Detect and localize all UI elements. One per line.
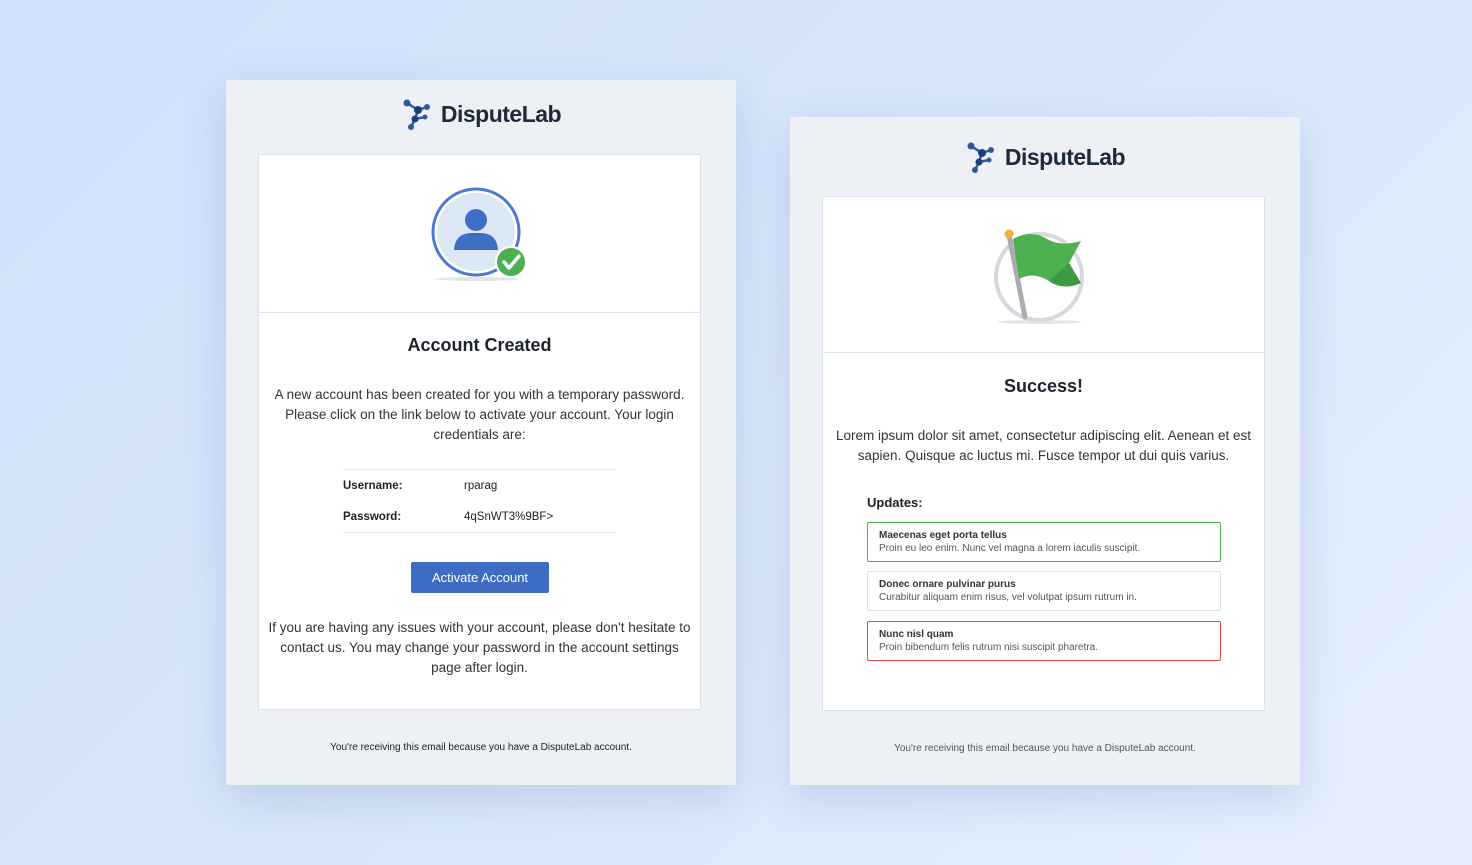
hero-section: [823, 197, 1264, 353]
email-card: Success! Lorem ipsum dolor sit amet, con…: [822, 196, 1265, 711]
closing-line: If you are having any issues with your a…: [268, 620, 691, 635]
update-title: Maecenas eget porta tellus: [879, 530, 1007, 541]
user-check-icon: [431, 187, 527, 281]
credential-row-username: Username: rparag: [343, 470, 616, 501]
email-footer: You're receiving this email because you …: [330, 742, 632, 753]
intro-line: sapien. Quisque ac luctus mi. Fusce temp…: [857, 448, 1230, 463]
brand-header: DisputeLab: [790, 140, 1300, 174]
dispute-lab-logo-icon: [967, 142, 994, 173]
brand-name: DisputeLab: [1004, 143, 1126, 170]
brand-header: DisputeLab: [226, 97, 736, 131]
email-title: Account Created: [407, 335, 552, 355]
email-footer: You're receiving this email because you …: [894, 743, 1196, 754]
updates-heading: Updates:: [867, 495, 923, 510]
update-item: Donec ornare pulvinar purus Curabitur al…: [867, 571, 1221, 611]
credential-row-password: Password: 4qSnWT3%9BF>: [343, 501, 616, 532]
flag-icon: [993, 229, 1084, 324]
closing-text: If you are having any issues with your a…: [259, 618, 700, 678]
dispute-lab-logo-icon: [403, 99, 430, 130]
account-created-email: DisputeLab Account Created A new account…: [226, 80, 736, 785]
intro-text: A new account has been created for you w…: [259, 385, 700, 445]
update-item: Nunc nisl quam Proin bibendum felis rutr…: [867, 621, 1221, 661]
intro-line: Lorem ipsum dolor sit amet, consectetur …: [836, 428, 1251, 443]
credential-label: Username:: [343, 479, 403, 492]
credential-label: Password:: [343, 510, 402, 523]
update-title: Donec ornare pulvinar purus: [879, 579, 1016, 590]
update-description: Proin eu leo enim. Nunc vel magna a lore…: [879, 543, 1141, 554]
intro-text: Lorem ipsum dolor sit amet, consectetur …: [823, 426, 1264, 466]
activate-account-button[interactable]: Activate Account: [411, 562, 549, 593]
intro-line: credentials are:: [433, 427, 526, 442]
closing-line: page after login.: [431, 660, 528, 675]
credentials-table: Username: rparag Password: 4qSnWT3%9BF>: [343, 469, 616, 533]
update-item: Maecenas eget porta tellus Proin eu leo …: [867, 522, 1221, 562]
update-description: Curabitur aliquam enim risus, vel volutp…: [879, 592, 1137, 603]
email-title: Success!: [1003, 376, 1084, 396]
success-email: DisputeLab Success! Lorem ipsum dolor si…: [790, 117, 1300, 785]
closing-line: contact us. You may change your password…: [280, 640, 679, 655]
intro-line: Please click on the link below to activa…: [285, 407, 674, 422]
update-description: Proin bibendum felis rutrum nisi suscipi…: [879, 642, 1098, 653]
update-title: Nunc nisl quam: [879, 629, 954, 640]
credential-value: 4qSnWT3%9BF>: [464, 510, 554, 523]
hero-section: [259, 155, 700, 313]
intro-line: A new account has been created for you w…: [274, 387, 685, 402]
credential-value: rparag: [464, 479, 498, 492]
email-card: Account Created A new account has been c…: [258, 154, 701, 710]
brand-name: DisputeLab: [440, 100, 562, 127]
